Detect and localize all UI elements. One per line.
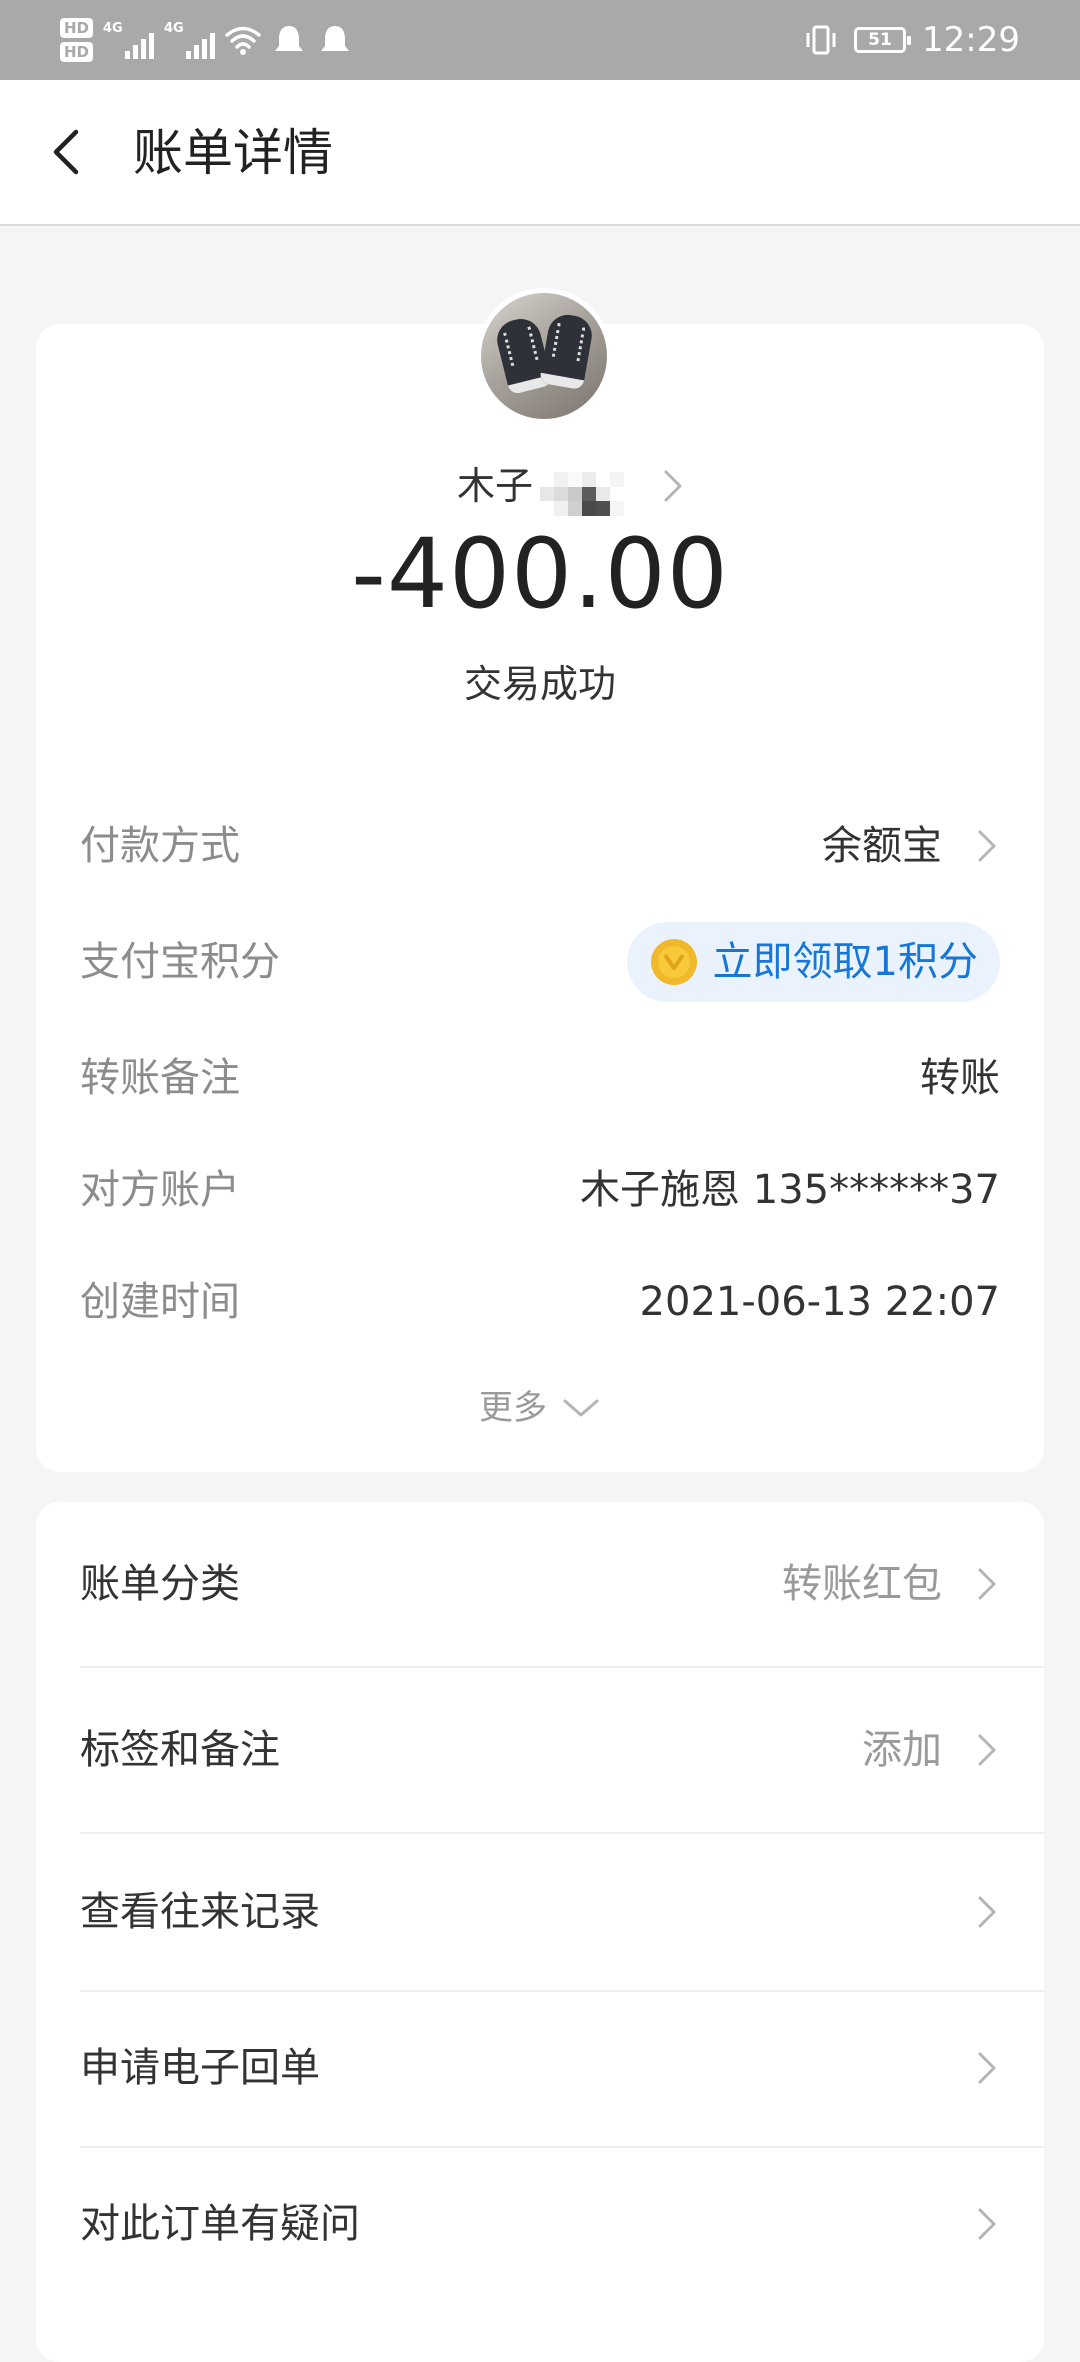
chevron-right-icon [978, 2208, 996, 2240]
detail-value: 转账 [920, 1055, 1000, 1101]
list-item-transaction-history[interactable]: 查看往来记录 [80, 1862, 1000, 1962]
list-item-label: 对此订单有疑问 [80, 2201, 360, 2247]
detail-label: 转账备注 [80, 1055, 240, 1101]
clock: 12:29 [922, 20, 1020, 60]
detail-value: 2021-06-13 22:07 [639, 1279, 1000, 1325]
chevron-right-icon [978, 1896, 996, 1928]
detail-label: 支付宝积分 [80, 939, 280, 985]
divider [80, 1832, 1044, 1834]
network-type-label: 4G [103, 21, 123, 36]
payee-name: 木子 [456, 464, 533, 508]
list-item-label: 标签和备注 [80, 1727, 280, 1773]
detail-value: 木子施恩 135******37 [580, 1167, 1000, 1213]
detail-row-payment-method[interactable]: 付款方式 余额宝 [80, 816, 1000, 876]
detail-label: 对方账户 [80, 1167, 240, 1213]
signal-icon: 4G [164, 21, 216, 59]
list-item-e-receipt[interactable]: 申请电子回单 [80, 2018, 1000, 2118]
chevron-right-icon[interactable] [660, 466, 686, 506]
list-item-label: 申请电子回单 [80, 2045, 320, 2091]
points-coin-icon [650, 939, 697, 985]
nav-bar: 账单详情 [0, 80, 1080, 226]
transaction-status: 交易成功 [463, 662, 616, 706]
notification-bell-icon [321, 26, 350, 51]
privacy-mosaic [540, 472, 624, 516]
signal-icon: 4G [103, 21, 155, 59]
chevron-right-icon [978, 830, 996, 862]
chevron-down-icon [563, 1399, 599, 1417]
status-bar-left: HD HD 4G 4G [60, 12, 353, 68]
status-bar: HD HD 4G 4G 51 12:29 [0, 0, 1080, 80]
battery-level: 51 [868, 30, 892, 50]
claim-points-label: 立即领取1积分 [712, 939, 978, 985]
status-bar-right: 51 12:29 [804, 12, 1020, 68]
list-item-value: 添加 [862, 1727, 942, 1773]
hd-badge-2: HD [60, 42, 94, 62]
chevron-right-icon [978, 1568, 996, 1600]
page-title: 账单详情 [133, 124, 333, 182]
detail-value: 余额宝 [822, 823, 942, 869]
chevron-right-icon [978, 2052, 996, 2084]
list-item-label: 查看往来记录 [80, 1889, 320, 1935]
transaction-amount: -400.00 [351, 518, 729, 630]
list-item-label: 账单分类 [80, 1561, 240, 1607]
hd-badge-1: HD [60, 18, 94, 38]
detail-row-counterparty-account: 对方账户 木子施恩 135******37 [80, 1160, 1000, 1220]
back-arrow-icon[interactable] [40, 122, 100, 182]
detail-row-points: 支付宝积分 立即领取1积分 [80, 922, 1000, 1002]
list-item-bill-category[interactable]: 账单分类 转账红包 [80, 1534, 1000, 1634]
network-type-label: 4G [164, 21, 184, 36]
shoe-graphic [539, 311, 595, 391]
detail-label: 创建时间 [80, 1279, 240, 1325]
detail-label: 付款方式 [80, 823, 240, 869]
divider [80, 2146, 1044, 2148]
vibrate-icon [806, 25, 836, 55]
divider [80, 1990, 1044, 1992]
notification-bell-icon [275, 26, 304, 51]
list-item-value: 转账红包 [782, 1561, 942, 1607]
detail-row-created-time: 创建时间 2021-06-13 22:07 [80, 1272, 1000, 1332]
battery-icon: 51 [854, 27, 912, 53]
payee-avatar[interactable] [476, 288, 612, 424]
chevron-right-icon [978, 1734, 996, 1766]
detail-row-transfer-note: 转账备注 转账 [80, 1048, 1000, 1108]
wifi-icon [225, 26, 261, 55]
divider [80, 1666, 1044, 1668]
hd-indicators: HD HD [60, 18, 94, 62]
claim-points-button[interactable]: 立即领取1积分 [626, 922, 1000, 1002]
list-item-order-question[interactable]: 对此订单有疑问 [80, 2174, 1000, 2274]
list-item-tags-notes[interactable]: 标签和备注 添加 [80, 1700, 1000, 1800]
more-label: 更多 [479, 1388, 547, 1428]
more-toggle[interactable]: 更多 [0, 1380, 1080, 1436]
